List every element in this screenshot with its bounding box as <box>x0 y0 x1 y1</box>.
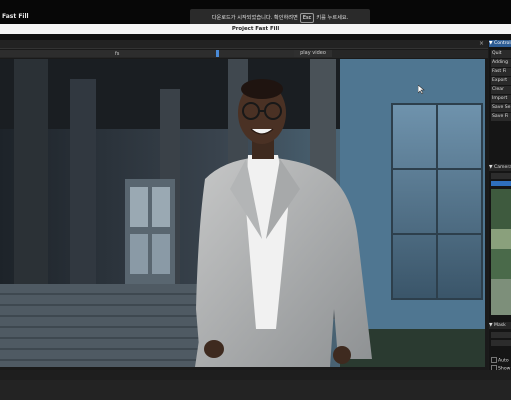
auto-checkbox-label: Auto <box>498 358 509 364</box>
video-frame-image <box>0 59 485 367</box>
toast-text-after: 키를 누르세요. <box>316 15 349 21</box>
camera-slider[interactable] <box>491 173 511 179</box>
export-button[interactable]: Export <box>491 77 511 85</box>
fast-fill-button[interactable]: Fast Fi <box>491 68 511 76</box>
quit-button[interactable]: Quit <box>491 50 511 58</box>
right-sidebar: ▼ Controls Quit Adding Fast Fi Export Cl… <box>489 40 511 372</box>
clear-button[interactable]: Clear <box>491 86 511 94</box>
save-settings-button[interactable]: Save Se <box>491 104 511 112</box>
save-file-button[interactable]: Save Fi <box>491 113 511 121</box>
fps-slider[interactable] <box>0 50 330 57</box>
window-title: Project Fast Fill <box>0 24 511 34</box>
controls-header[interactable]: ▼ Controls <box>489 40 511 47</box>
adding-button[interactable]: Adding <box>491 59 511 67</box>
panel-header: × <box>0 40 488 49</box>
close-icon[interactable]: × <box>479 40 484 48</box>
auto-checkbox[interactable]: Auto <box>491 357 511 364</box>
camera-select[interactable] <box>491 181 511 186</box>
auto-checkbox-box[interactable] <box>491 357 497 363</box>
esc-key-hint: Esc <box>299 12 315 23</box>
app-title: Fast Fill <box>2 13 29 20</box>
mask-slider-1[interactable] <box>491 332 511 338</box>
camera-header[interactable]: ▼ Camera <box>489 164 511 171</box>
fps-slider-handle[interactable] <box>216 50 219 57</box>
top-bar: Fast Fill 다운로드가 시작되었습니다. 확인하려면 Esc 키를 누르… <box>0 0 511 26</box>
toast-text-before: 다운로드가 시작되었습니다. 확인하려면 <box>211 15 298 21</box>
camera-preview <box>491 189 511 315</box>
import-button[interactable]: Import <box>491 95 511 103</box>
mask-slider-2[interactable] <box>491 340 511 346</box>
mouse-cursor-icon <box>417 79 425 98</box>
play-video-button[interactable]: play video <box>294 50 332 57</box>
bottom-strip <box>0 380 511 400</box>
fps-label: fs <box>115 51 120 57</box>
video-frame[interactable] <box>0 59 485 367</box>
mask-header[interactable]: ▼ Mask <box>489 322 511 329</box>
